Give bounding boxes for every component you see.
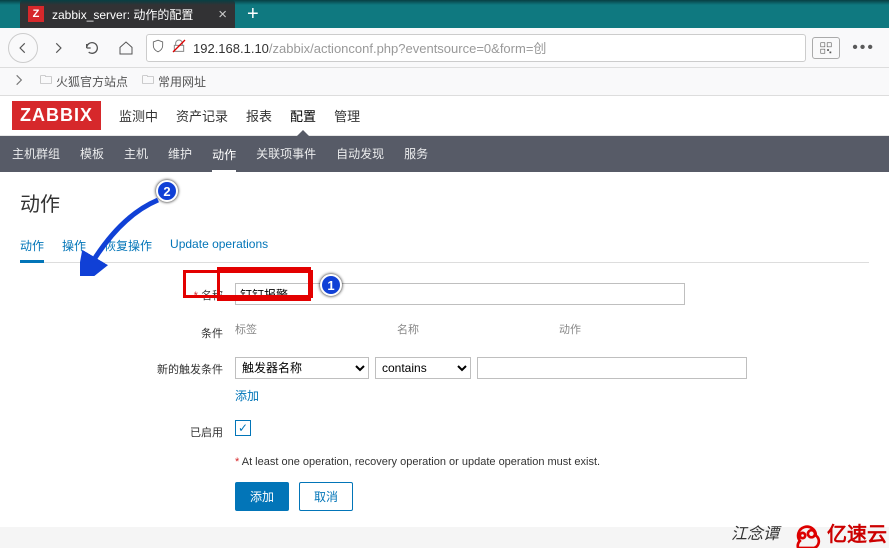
sub-menu-item-active[interactable]: 动作 [212, 146, 236, 173]
condition-value-input[interactable] [477, 357, 747, 379]
folder-icon: 🗀 [142, 71, 154, 92]
add-condition-link[interactable]: 添加 [235, 389, 259, 403]
back-button[interactable] [8, 33, 38, 63]
zabbix-sub-menu: 主机群组 模板 主机 维护 动作 关联项事件 自动发现 服务 [0, 136, 889, 172]
zabbix-top-menu: ZABBIX 监测中 资产记录 报表 配置 管理 [0, 96, 889, 136]
forward-button[interactable] [44, 34, 72, 62]
qr-icon[interactable] [812, 37, 840, 59]
zabbix-logo[interactable]: ZABBIX [12, 101, 101, 130]
sub-menu-item[interactable]: 关联项事件 [256, 145, 316, 164]
warning-text: * At least one operation, recovery opera… [235, 456, 869, 468]
label-conditions: 条件 [20, 321, 235, 341]
arrow-right-icon [51, 41, 65, 55]
annotation-marker-1: 1 [320, 274, 342, 296]
form-tab-recovery[interactable]: 恢复操作 [104, 239, 152, 253]
condition-type-select[interactable]: 触发器名称 [235, 357, 369, 379]
bookmark-item[interactable]: 🗀火狐官方站点 [40, 71, 128, 92]
name-input[interactable] [235, 283, 685, 305]
label-name: 名称 [20, 283, 235, 303]
zabbix-app: ZABBIX 监测中 资产记录 报表 配置 管理 主机群组 模板 主机 维护 动… [0, 96, 889, 527]
bookmark-bar: 🗀火狐官方站点 🗀常用网址 [0, 68, 889, 96]
home-icon [118, 40, 134, 56]
top-menu-item[interactable]: 监测中 [119, 106, 158, 125]
sub-menu-item[interactable]: 维护 [168, 145, 192, 164]
top-menu-item-active[interactable]: 配置 [290, 106, 316, 125]
bookmark-item[interactable]: 🗀常用网址 [142, 71, 206, 92]
enabled-checkbox[interactable]: ✓ [235, 420, 251, 436]
label-new-condition: 新的触发条件 [20, 357, 235, 377]
label-enabled: 已启用 [20, 420, 235, 440]
watermark-logo: 亿速云 [789, 516, 887, 548]
sub-menu-item[interactable]: 主机 [124, 145, 148, 164]
reload-button[interactable] [78, 34, 106, 62]
arrow-left-icon [16, 41, 30, 55]
cond-header-label: 标签 [235, 321, 257, 337]
folder-icon: 🗀 [40, 71, 52, 92]
page-body: 动作 动作 操作 恢复操作 Update operations 名称 条件 标签… [0, 172, 889, 527]
form-tab-action[interactable]: 动作 [20, 237, 44, 263]
sub-menu-item[interactable]: 模板 [80, 145, 104, 164]
add-button[interactable]: 添加 [235, 482, 289, 511]
top-menu-item[interactable]: 资产记录 [176, 106, 228, 125]
shield-icon [151, 39, 165, 56]
new-tab-button[interactable]: + [235, 3, 271, 26]
form-tab-operations[interactable]: 操作 [62, 239, 86, 253]
insecure-icon [171, 38, 187, 57]
annotation-marker-2: 2 [156, 180, 178, 202]
cloud-logo-icon [789, 516, 825, 548]
cond-header-action: 动作 [559, 321, 581, 337]
sub-menu-item[interactable]: 服务 [404, 145, 428, 164]
top-menu-item[interactable]: 报表 [246, 106, 272, 125]
reload-icon [84, 40, 100, 56]
top-menu-item[interactable]: 管理 [334, 106, 360, 125]
url-bar[interactable]: 192.168.1.10/zabbix/actionconf.php?event… [146, 34, 806, 62]
tab-favicon: Z [28, 6, 44, 22]
sub-menu-item[interactable]: 自动发现 [336, 145, 384, 164]
cancel-button[interactable]: 取消 [299, 482, 353, 511]
sub-menu-item[interactable]: 主机群组 [12, 145, 60, 164]
condition-operator-select[interactable]: contains [375, 357, 471, 379]
form-tab-update-ops[interactable]: Update operations [170, 237, 268, 251]
form-tabs: 动作 操作 恢复操作 Update operations [20, 237, 869, 263]
cond-header-name: 名称 [397, 321, 419, 337]
tab-title: zabbix_server: 动作的配置 [52, 6, 193, 23]
bookmark-toggle-icon[interactable] [12, 73, 26, 90]
browser-nav-bar: 192.168.1.10/zabbix/actionconf.php?event… [0, 28, 889, 68]
close-icon[interactable]: × [218, 6, 227, 23]
menu-button[interactable]: ••• [846, 39, 881, 57]
url-text: 192.168.1.10/zabbix/actionconf.php?event… [193, 38, 546, 57]
page-title: 动作 [20, 188, 869, 217]
home-button[interactable] [112, 34, 140, 62]
browser-tab-strip: Z zabbix_server: 动作的配置 × + [0, 0, 889, 28]
watermark-text: 江念谭 [731, 520, 779, 544]
